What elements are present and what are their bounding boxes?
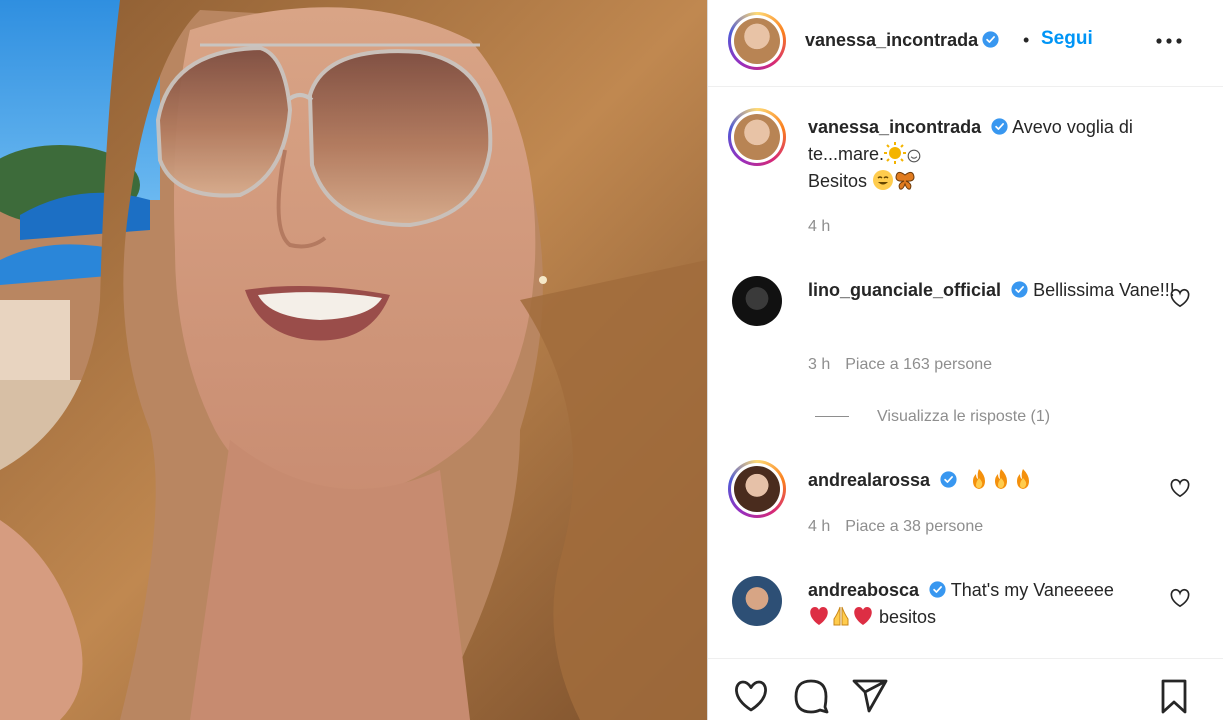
fire-emoji [995, 469, 1008, 489]
comment-avatar[interactable] [734, 466, 780, 512]
fire-emojis [968, 469, 1034, 490]
post-photo[interactable] [0, 0, 707, 720]
more-icon[interactable] [1152, 28, 1186, 54]
follow-button[interactable]: Segui [1041, 28, 1093, 50]
bookmark-icon[interactable] [1155, 677, 1193, 715]
replies-line [815, 416, 849, 418]
author-username[interactable]: vanessa_incontrada [805, 30, 978, 50]
comment-meta: 4 h Piace a 38 persone [808, 518, 983, 536]
praying-hands-emoji [833, 606, 849, 626]
share-icon[interactable] [851, 677, 889, 715]
comment-time[interactable]: 4 h [808, 518, 830, 535]
butterfly-emoji [895, 171, 915, 190]
heart-icon[interactable] [1169, 478, 1191, 498]
comment-body-end: besitos [879, 607, 937, 627]
comment-avatar[interactable] [732, 576, 782, 626]
comment-time[interactable]: 3 h [808, 356, 830, 373]
action-bar [708, 658, 1223, 720]
comment-icon[interactable] [792, 677, 830, 715]
caption-line-2: Besitos [808, 171, 868, 191]
comment-likes[interactable]: Piace a 38 persone [845, 518, 983, 535]
verified-icon [1011, 281, 1028, 298]
verified-icon [982, 31, 999, 48]
smile-emoji [873, 170, 894, 190]
comment-username[interactable]: andrealarossa [808, 470, 930, 490]
heart-icon[interactable] [1169, 588, 1191, 608]
view-replies-button[interactable]: Visualizza le risposte (1) [815, 408, 1050, 426]
comment-username[interactable]: lino_guanciale_official [808, 280, 1001, 300]
header-author[interactable]: vanessa_incontrada [805, 30, 999, 51]
fire-emoji [1017, 469, 1030, 489]
comment-text: lino_guanciale_official Bellissima Vane!… [808, 277, 1178, 304]
post-header: vanessa_incontrada • Segui [708, 0, 1223, 87]
comment-body: Bellissima Vane!!! [1033, 280, 1175, 300]
red-heart-emoji [854, 607, 872, 625]
caption-meta: 4 h [808, 218, 830, 236]
post-side-panel: vanessa_incontrada • Segui vanessa_incon… [707, 0, 1223, 720]
verified-icon [940, 471, 957, 488]
story-ring[interactable] [728, 12, 786, 70]
like-heart-icon[interactable] [732, 677, 770, 715]
comment-text: andreabosca That's my Vaneeeee besitos [808, 577, 1178, 631]
view-replies-label[interactable]: Visualizza le risposte (1) [877, 408, 1050, 425]
comment-likes[interactable]: Piace a 163 persone [845, 356, 992, 373]
comment-body: That's my Vaneeeee [950, 580, 1114, 600]
verified-icon [991, 118, 1008, 135]
author-avatar[interactable] [734, 18, 780, 64]
caption-avatar[interactable] [734, 114, 780, 160]
smile-emoji [907, 149, 921, 163]
red-heart-emoji [810, 607, 828, 625]
verified-icon [929, 581, 946, 598]
comment-text: andrealarossa [808, 467, 1178, 494]
caption-text: vanessa_incontrada Avevo voglia di te...… [808, 114, 1178, 195]
caption-story-ring[interactable] [728, 108, 786, 166]
separator-dot: • [1023, 30, 1030, 50]
comments-list[interactable]: vanessa_incontrada Avevo voglia di te...… [708, 88, 1223, 658]
sun-emoji [884, 142, 907, 164]
fire-emoji [973, 469, 986, 489]
comment-avatar[interactable] [732, 276, 782, 326]
heart-icon[interactable] [1169, 288, 1191, 308]
selfie-image [0, 0, 707, 720]
comment-story-ring[interactable] [728, 460, 786, 518]
caption-username[interactable]: vanessa_incontrada [808, 117, 981, 137]
comment-meta: 3 h Piace a 163 persone [808, 356, 992, 374]
caption-time[interactable]: 4 h [808, 218, 830, 235]
comment-username[interactable]: andreabosca [808, 580, 919, 600]
